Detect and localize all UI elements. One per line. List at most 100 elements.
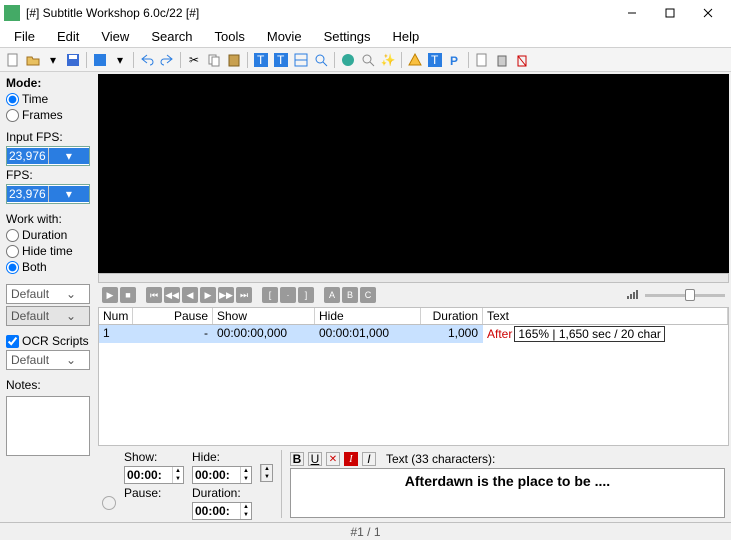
tool-doc-icon[interactable] — [473, 51, 491, 69]
tool-zoom-icon[interactable] — [312, 51, 330, 69]
back-icon[interactable]: ◀ — [182, 287, 198, 303]
subtitle-text-input[interactable]: Afterdawn is the place to be .... — [290, 468, 725, 518]
menu-view[interactable]: View — [91, 27, 139, 46]
cell-hide: 00:00:01,000 — [315, 325, 421, 343]
sync-c-icon[interactable]: C — [360, 287, 376, 303]
ffwd-icon[interactable]: ▶▶ — [218, 287, 234, 303]
cut-icon[interactable]: ✂ — [185, 51, 203, 69]
tool-t2-icon[interactable]: T — [272, 51, 290, 69]
close-button[interactable] — [689, 2, 727, 24]
fps-combo[interactable]: 23,976▾ — [6, 184, 90, 204]
strike-button[interactable]: ✕ — [326, 452, 340, 466]
ww-both-radio[interactable]: Both — [6, 260, 90, 274]
titlebar: [#] Subtitle Workshop 6.0c/22 [#] — [0, 0, 731, 26]
menubar: File Edit View Search Tools Movie Settin… — [0, 26, 731, 48]
app-icon — [4, 5, 20, 21]
ww-duration-radio[interactable]: Duration — [6, 228, 90, 242]
volume-slider[interactable] — [645, 294, 725, 297]
rewind-icon[interactable]: ◀◀ — [164, 287, 180, 303]
tool-search-icon[interactable] — [359, 51, 377, 69]
sync-b-icon[interactable]: B — [342, 287, 358, 303]
fwd-icon[interactable]: ▶ — [200, 287, 216, 303]
up-icon[interactable]: ▲ — [261, 465, 272, 473]
redo-icon[interactable] — [158, 51, 176, 69]
save-icon[interactable] — [64, 51, 82, 69]
tool-grid-icon[interactable] — [292, 51, 310, 69]
charset-combo[interactable]: Default⌄ — [6, 284, 90, 304]
grid-body[interactable]: 1 - 00:00:00,000 00:00:01,000 1,000 Afte… — [98, 325, 729, 446]
tool-t3-icon[interactable]: T — [426, 51, 444, 69]
undo-icon[interactable] — [138, 51, 156, 69]
col-show[interactable]: Show — [213, 308, 315, 324]
mark-mid-icon[interactable]: · — [280, 287, 296, 303]
tool-check-icon[interactable] — [339, 51, 357, 69]
sync-a-icon[interactable]: A — [324, 287, 340, 303]
toggle-icon[interactable] — [91, 51, 109, 69]
show-field[interactable]: 00:00:▲▼ — [124, 466, 184, 484]
chevron-down-icon[interactable]: ⌄ — [53, 286, 89, 302]
notes-box[interactable] — [6, 396, 90, 456]
col-num[interactable]: Num — [99, 308, 133, 324]
ocr-combo[interactable]: Default⌄ — [6, 350, 90, 370]
transport-bar: ▶■ ⏮◀◀◀▶▶▶⏭ [·] ABC — [98, 284, 729, 306]
up-icon[interactable]: ▲ — [240, 467, 251, 475]
svg-text:T: T — [257, 53, 265, 67]
tool-wand-icon[interactable]: ✨ — [379, 51, 397, 69]
video-preview[interactable] — [98, 74, 729, 273]
table-row[interactable]: 1 - 00:00:00,000 00:00:01,000 1,000 Afte… — [99, 325, 728, 343]
mark-start-icon[interactable]: [ — [262, 287, 278, 303]
down-icon[interactable]: ▼ — [261, 473, 272, 481]
mode-time-radio[interactable]: Time — [6, 92, 90, 106]
up-icon[interactable]: ▲ — [172, 467, 183, 475]
play-button[interactable]: ▶ — [102, 287, 118, 303]
skip-prev-icon[interactable]: ⏮ — [146, 287, 162, 303]
time-slider[interactable] — [98, 273, 729, 283]
maximize-button[interactable] — [651, 2, 689, 24]
down-icon[interactable]: ▼ — [240, 475, 251, 483]
tool-t1-icon[interactable]: T — [252, 51, 270, 69]
tool-bin-icon[interactable] — [493, 51, 511, 69]
menu-file[interactable]: File — [4, 27, 45, 46]
new-icon[interactable] — [4, 51, 22, 69]
menu-tools[interactable]: Tools — [205, 27, 255, 46]
pause-label: Pause: — [124, 486, 184, 500]
bold-button[interactable]: B — [290, 452, 304, 466]
menu-settings[interactable]: Settings — [314, 27, 381, 46]
copy-icon[interactable] — [205, 51, 223, 69]
down-icon[interactable]: ▼ — [172, 475, 183, 483]
hide-field[interactable]: 00:00:▲▼ — [192, 466, 252, 484]
ww-hide-radio[interactable]: Hide time — [6, 244, 90, 258]
menu-search[interactable]: Search — [141, 27, 202, 46]
mode-frames-radio[interactable]: Frames — [6, 108, 90, 122]
tool-del-icon[interactable] — [513, 51, 531, 69]
down-icon[interactable]: ▼ — [240, 511, 251, 519]
chevron-down-icon[interactable]: ⌄ — [53, 352, 89, 368]
chevron-down-icon[interactable]: ▾ — [48, 148, 89, 164]
stop-button[interactable]: ■ — [120, 287, 136, 303]
menu-movie[interactable]: Movie — [257, 27, 312, 46]
toggle-dropdown-icon[interactable]: ▾ — [111, 51, 129, 69]
skip-next-icon[interactable]: ⏭ — [236, 287, 252, 303]
col-pause[interactable]: Pause — [133, 308, 213, 324]
open-dropdown-icon[interactable]: ▾ — [44, 51, 62, 69]
col-duration[interactable]: Duration — [421, 308, 483, 324]
duration-field[interactable]: 00:00:▲▼ — [192, 502, 252, 520]
menu-help[interactable]: Help — [383, 27, 430, 46]
col-hide[interactable]: Hide — [315, 308, 421, 324]
italic-button[interactable]: I — [362, 452, 376, 466]
warning-icon[interactable] — [406, 51, 424, 69]
ocr-checkbox[interactable]: OCR Scripts — [6, 334, 90, 348]
bottom-panel: Show: 00:00:▲▼ Pause: Hide: 00:00:▲▼ Dur… — [98, 446, 729, 522]
color-button[interactable]: I — [344, 452, 358, 466]
tool-p-icon[interactable]: P — [446, 51, 464, 69]
mark-end-icon[interactable]: ] — [298, 287, 314, 303]
col-text[interactable]: Text — [483, 308, 728, 324]
paste-icon[interactable] — [225, 51, 243, 69]
underline-button[interactable]: U — [308, 452, 322, 466]
open-icon[interactable] — [24, 51, 42, 69]
up-icon[interactable]: ▲ — [240, 503, 251, 511]
menu-edit[interactable]: Edit — [47, 27, 89, 46]
minimize-button[interactable] — [613, 2, 651, 24]
input-fps-combo[interactable]: 23,976▾ — [6, 146, 90, 166]
chevron-down-icon[interactable]: ▾ — [48, 186, 89, 202]
